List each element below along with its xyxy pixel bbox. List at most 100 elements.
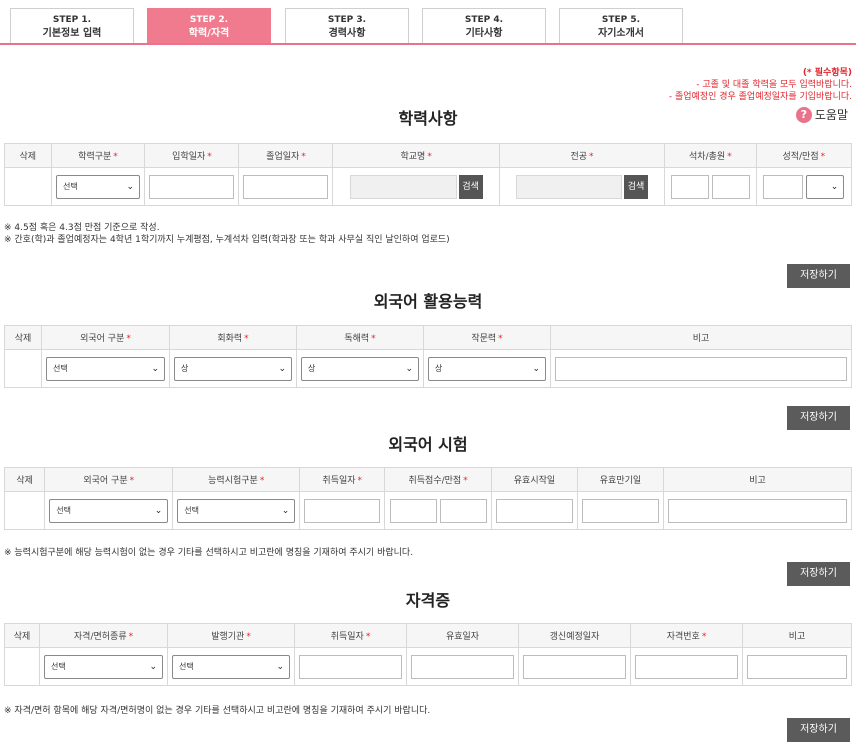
tab-step-2[interactable]: STEP 2. 학력/자격 — [147, 8, 271, 45]
graduation-date-input[interactable] — [243, 174, 329, 199]
tab-step-label: STEP 5. — [601, 15, 641, 25]
license-table: 삭제 자격/면허종류 * 발행기관 * 취득일자 * 유효일자 갱신예정일자 자격번호… — [4, 623, 852, 686]
tab-step-label: STEP 1. — [52, 15, 92, 25]
required-notice: (* 필수항목) - 고졸 및 대졸 학력을 모두 입력바랍니다. - 졸업예정… — [669, 67, 852, 103]
license-type-select[interactable]: 선택 ⌄ — [44, 654, 163, 679]
test-language-select[interactable]: 선택 ⌄ — [49, 498, 169, 523]
delete-cell — [4, 167, 52, 206]
chevron-down-icon: ⌄ — [276, 661, 284, 672]
school-search-button[interactable]: 검색 — [458, 174, 483, 199]
save-license-button[interactable]: 저장하기 — [787, 718, 850, 742]
language-remark-input[interactable] — [555, 356, 847, 381]
grade-input[interactable] — [763, 174, 804, 199]
language-select[interactable]: 선택 ⌄ — [46, 356, 165, 381]
col-header: 취득일자 * — [299, 467, 386, 492]
delete-cell — [4, 349, 42, 388]
valid-start-input[interactable] — [495, 498, 573, 523]
school-name-input[interactable] — [349, 174, 457, 199]
col-header: 작문력 * — [423, 325, 551, 350]
writing-level-select[interactable]: 상 ⌄ — [428, 356, 546, 381]
speaking-level-select[interactable]: 상 ⌄ — [174, 356, 292, 381]
education-notes: ※ 4.5점 혹은 4.3점 만점 기준으로 작성. ※ 간호(학)과 졸업예정… — [4, 222, 450, 246]
col-header: 유효일자 — [406, 623, 519, 648]
col-header: 독해력 * — [296, 325, 424, 350]
language-test-table: 삭제 외국어 구분 * 능력시험구분 * 취득일자 * 취득점수/만점 * 유효시작일 … — [3, 467, 853, 530]
tab-title: 학력/자격 — [188, 28, 230, 39]
tabs-divider — [0, 43, 856, 45]
chevron-down-icon: ⌄ — [126, 181, 134, 192]
note-line: ※ 4.5점 혹은 4.3점 만점 기준으로 작성. — [4, 223, 160, 233]
save-education-button[interactable]: 저장하기 — [787, 264, 850, 288]
col-header: 갱신예정일자 — [518, 623, 631, 648]
chevron-down-icon: ⌄ — [281, 505, 290, 516]
test-type-select[interactable]: 선택 ⌄ — [177, 498, 296, 523]
issuer-select[interactable]: 선택 ⌄ — [172, 654, 290, 679]
chevron-down-icon: ⌄ — [154, 505, 163, 516]
tab-title: 자기소개서 — [598, 28, 644, 39]
required-legend: (* 필수항목) — [802, 68, 852, 78]
license-note: ※ 자격/면허 항목에 해당 자격/면허명이 없는 경우 기타를 선택하시고 비… — [4, 706, 431, 716]
col-header: 졸업일자 * — [238, 143, 334, 168]
table-row: 선택 ⌄ 선택 ⌄ — [4, 647, 852, 686]
test-max-score-input[interactable] — [439, 498, 487, 523]
chevron-down-icon: ⌄ — [405, 363, 413, 374]
delete-cell — [4, 647, 40, 686]
test-remark-input[interactable] — [667, 498, 847, 523]
total-input[interactable] — [711, 174, 750, 199]
col-header: 학력구분 * — [50, 143, 146, 168]
grade-scale-select[interactable]: ⌄ — [806, 174, 845, 199]
tab-step-3[interactable]: STEP 3. 경력사항 — [285, 8, 409, 45]
notice-line: - 졸업예정인 경우 졸업예정일자를 기입바랍니다. — [668, 92, 852, 102]
education-level-select[interactable]: 선택 ⌄ — [55, 174, 140, 199]
tab-step-4[interactable]: STEP 4. 기타사항 — [422, 8, 546, 45]
language-test-title: 외국어 시험 — [388, 435, 468, 454]
license-number-input[interactable] — [635, 654, 738, 679]
col-delete: 삭제 — [4, 623, 40, 648]
save-language-test-button[interactable]: 저장하기 — [787, 562, 850, 586]
admission-date-input[interactable] — [149, 174, 235, 199]
table-row: 선택 ⌄ 선택 ⌄ — [3, 491, 853, 530]
col-header: 자격/면허종류 * — [39, 623, 168, 648]
col-header: 성적/만점 * — [755, 143, 853, 168]
license-renewal-input[interactable] — [523, 654, 626, 679]
license-remark-input[interactable] — [747, 654, 847, 679]
reading-level-select[interactable]: 상 ⌄ — [301, 356, 419, 381]
license-title: 자격증 — [405, 591, 451, 610]
license-valid-input[interactable] — [411, 654, 514, 679]
tab-title: 기본정보 입력 — [42, 28, 102, 39]
major-input[interactable] — [515, 174, 622, 199]
col-header: 입학일자 * — [144, 143, 240, 168]
col-header: 유효만기일 — [576, 467, 664, 492]
col-header: 비고 — [662, 467, 853, 492]
tab-step-label: STEP 2. — [189, 15, 229, 25]
chevron-down-icon: ⌄ — [830, 181, 839, 192]
save-language-skill-button[interactable]: 저장하기 — [787, 406, 850, 430]
col-delete: 삭제 — [4, 325, 42, 350]
col-header: 석차/총원 * — [664, 143, 757, 168]
step-tabs: STEP 1. 기본정보 입력 STEP 2. 학력/자격 STEP 3. 경력… — [0, 0, 856, 45]
col-header: 비고 — [550, 325, 852, 350]
col-header: 취득점수/만점 * — [384, 467, 492, 492]
test-score-input[interactable] — [389, 498, 437, 523]
tab-step-5[interactable]: STEP 5. 자기소개서 — [559, 8, 683, 45]
col-header: 학교명 * — [332, 143, 500, 168]
col-header: 유효시작일 — [490, 467, 578, 492]
valid-end-input[interactable] — [581, 498, 659, 523]
chevron-down-icon: ⌄ — [532, 363, 540, 374]
col-delete: 삭제 — [3, 467, 46, 492]
table-row: 선택 ⌄ 검색 검색 ⌄ — [4, 167, 853, 206]
chevron-down-icon: ⌄ — [149, 661, 157, 672]
education-title: 학력사항 — [398, 109, 458, 128]
license-date-input[interactable] — [299, 654, 402, 679]
col-header: 회화력 * — [169, 325, 297, 350]
delete-cell — [3, 491, 46, 530]
tab-step-1[interactable]: STEP 1. 기본정보 입력 — [10, 8, 134, 45]
col-header: 전공 * — [498, 143, 666, 168]
language-test-note: ※ 능력시험구분에 해당 능력시험이 없는 경우 기타를 선택하시고 비고란에 … — [4, 548, 414, 558]
test-date-input[interactable] — [304, 498, 381, 523]
col-header: 비고 — [742, 623, 852, 648]
major-search-button[interactable]: 검색 — [623, 174, 648, 199]
tab-step-label: STEP 4. — [464, 15, 504, 25]
rank-input[interactable] — [670, 174, 709, 199]
chevron-down-icon: ⌄ — [278, 363, 286, 374]
